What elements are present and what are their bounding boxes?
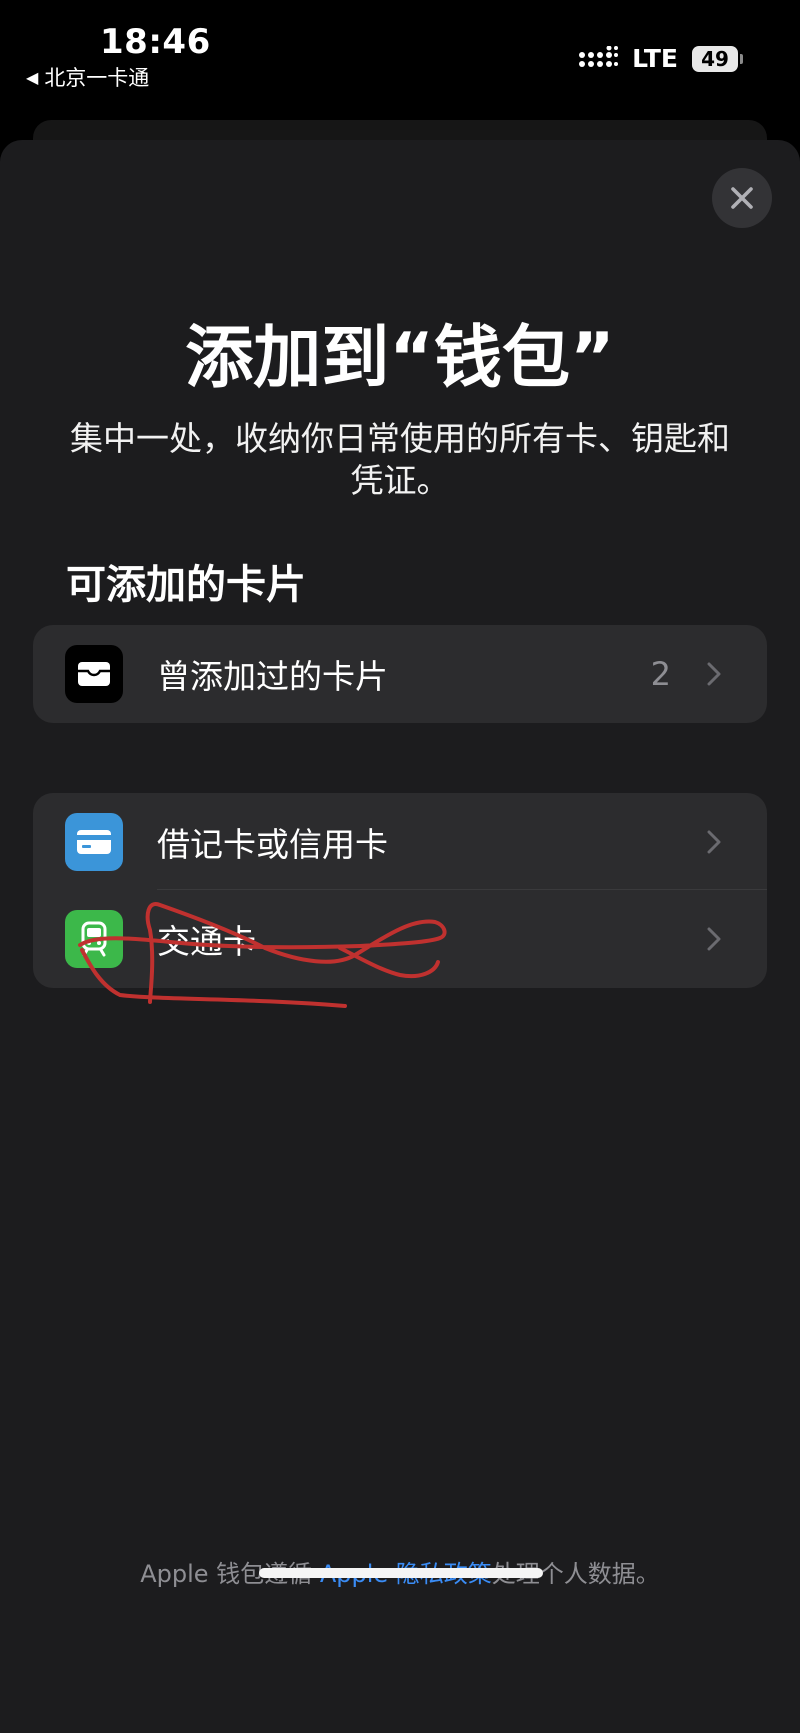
close-button[interactable] [712, 168, 772, 228]
transit-card-row[interactable]: 交通卡 [33, 890, 767, 987]
back-app-label: 北京一卡通 [44, 66, 150, 90]
signal-icon [579, 45, 619, 67]
battery-level: 49 [701, 46, 729, 71]
status-indicators: LTE 49 [578, 44, 743, 73]
previous-cards-count: 2 [650, 654, 671, 693]
status-time: 18:46 [100, 22, 211, 62]
previous-cards-row[interactable]: 曾添加过的卡片 2 [33, 625, 767, 722]
close-icon [731, 187, 753, 209]
add-to-wallet-sheet: 添加到“钱包” 集中一处，收纳你日常使用的所有卡、钥匙和凭证。 可添加的卡片 曾… [0, 140, 800, 1733]
chevron-right-icon [707, 662, 721, 685]
transit-card-label: 交通卡 [157, 921, 256, 961]
home-indicator[interactable] [259, 1568, 543, 1578]
back-triangle-icon: ◀ [26, 67, 39, 87]
page-title: 添加到“钱包” [185, 319, 615, 398]
credit-card-icon [65, 812, 123, 871]
page-subtitle: 集中一处，收纳你日常使用的所有卡、钥匙和凭证。 [70, 419, 730, 500]
debit-credit-card-label: 借记卡或信用卡 [157, 824, 388, 864]
network-type: LTE [632, 44, 678, 73]
chevron-right-icon [707, 830, 721, 853]
section-header: 可添加的卡片 [66, 562, 306, 608]
back-to-app-link[interactable]: ◀ 北京一卡通 [26, 62, 149, 92]
previous-cards-group: 曾添加过的卡片 2 [33, 625, 767, 723]
previous-cards-label: 曾添加过的卡片 [157, 656, 388, 696]
battery-icon: 49 [692, 45, 743, 72]
wallet-icon [65, 644, 123, 703]
train-icon [65, 909, 123, 968]
debit-credit-card-row[interactable]: 借记卡或信用卡 [33, 793, 767, 890]
add-card-options-group: 借记卡或信用卡 交通卡 [33, 793, 767, 988]
chevron-right-icon [707, 927, 721, 950]
